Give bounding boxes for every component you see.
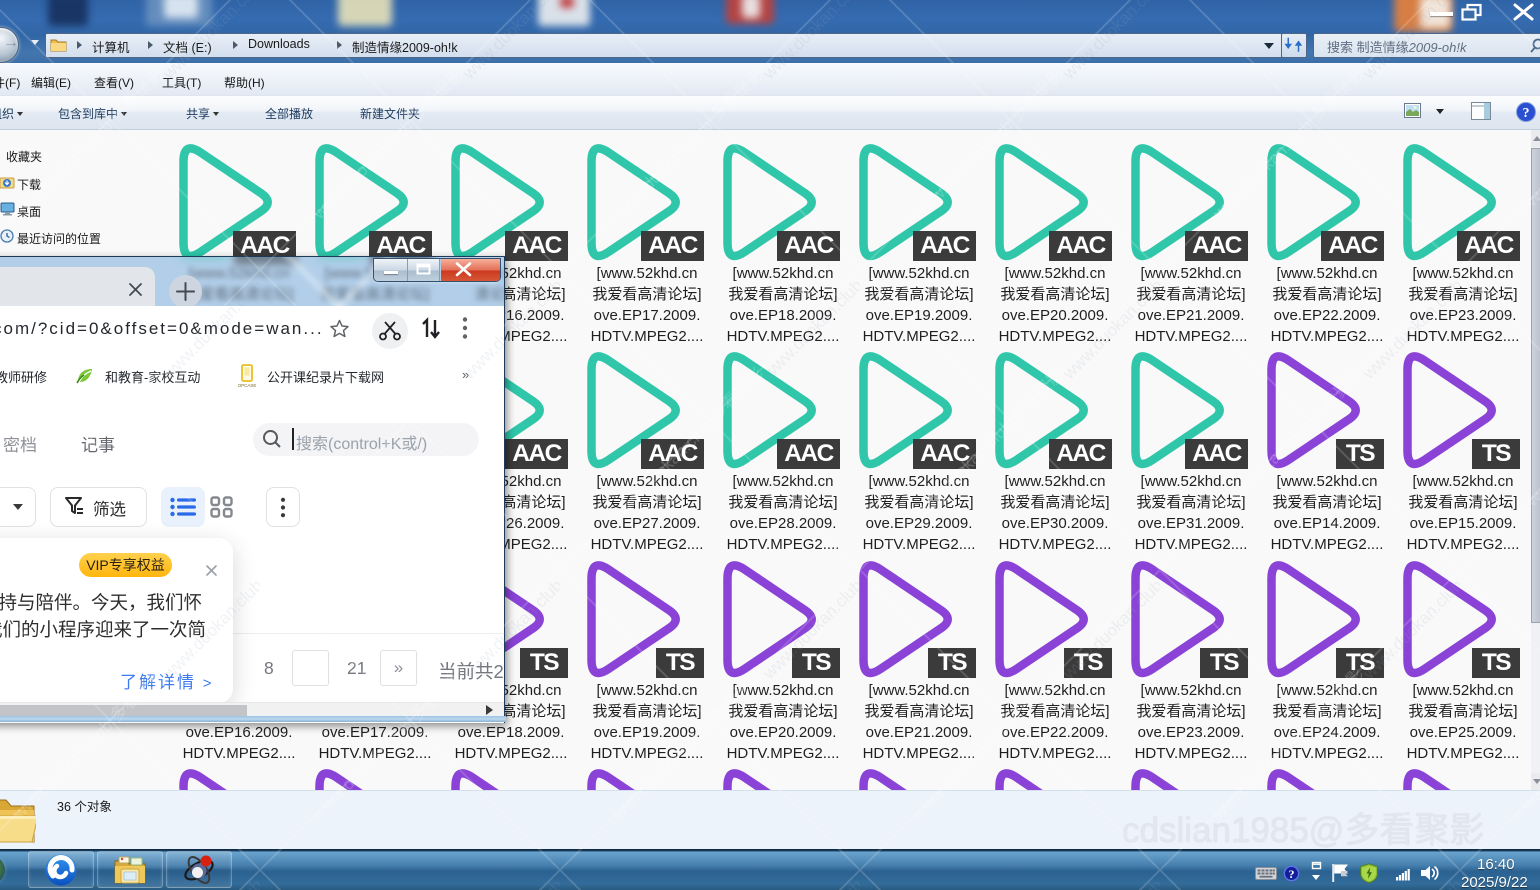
svg-text:?: ?: [1289, 867, 1295, 881]
svg-text:?: ?: [1523, 106, 1530, 121]
svg-text:OPCASE: OPCASE: [238, 383, 256, 388]
